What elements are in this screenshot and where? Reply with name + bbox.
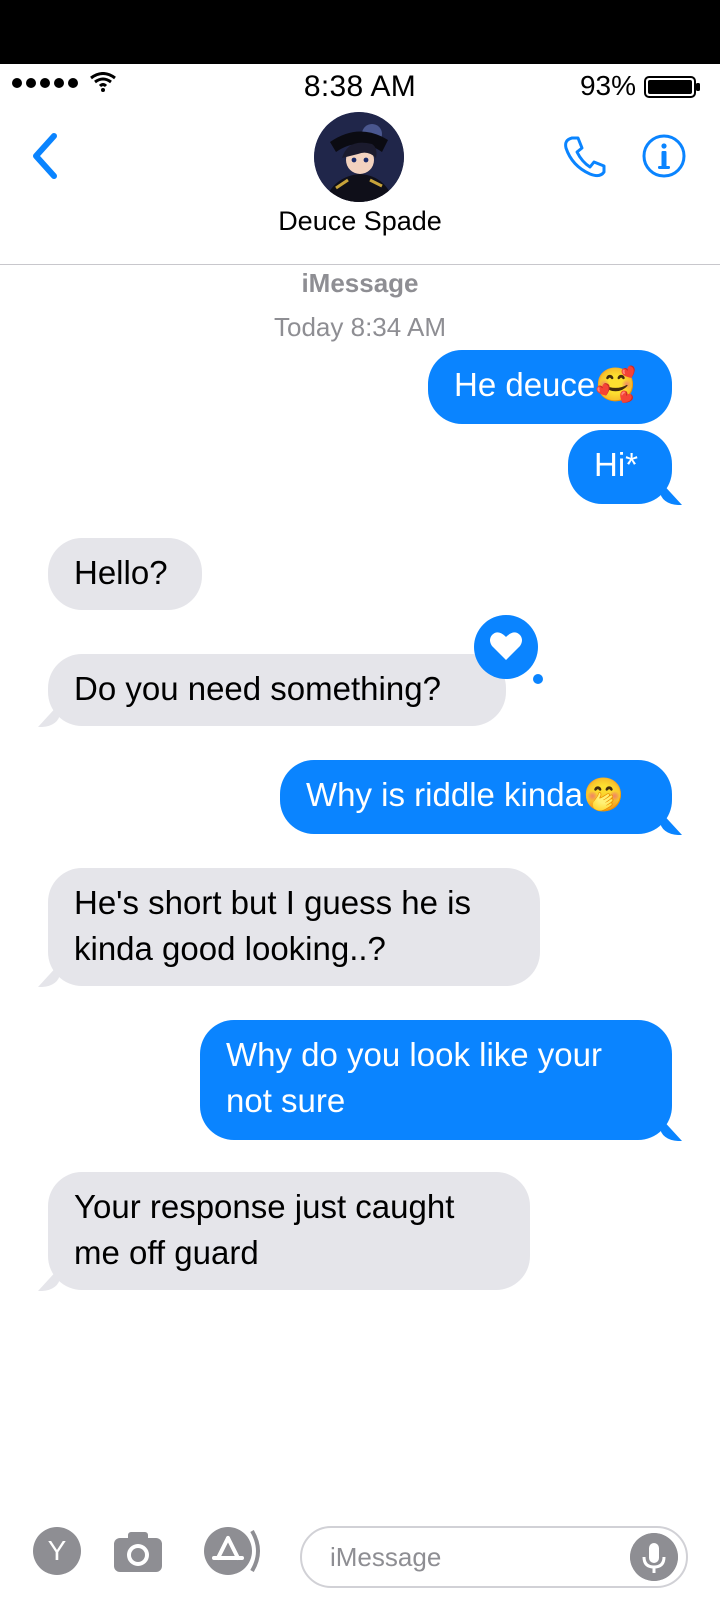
app-store-icon[interactable] xyxy=(198,1526,262,1576)
status-bar: 8:38 AM 93% xyxy=(0,64,720,112)
apps-y-letter: Y xyxy=(48,1535,67,1566)
back-chevron-icon[interactable] xyxy=(28,128,64,184)
message-bubble-incoming[interactable]: Do you need something? xyxy=(48,654,506,726)
battery-percentage: 93% xyxy=(579,70,636,101)
apps-y-icon[interactable]: Y xyxy=(32,1526,82,1576)
mic-icon[interactable] xyxy=(630,1533,678,1581)
composer-bar: Y iMessage xyxy=(0,1512,720,1600)
message-text: Why do you look like your not sure xyxy=(226,1036,603,1119)
message-bubble-outgoing[interactable]: He deuce🥰 xyxy=(428,350,672,424)
message-text: Hi* xyxy=(594,446,639,483)
message-text: He deuce🥰 xyxy=(454,366,637,403)
battery-icon xyxy=(644,76,700,98)
thread-timestamp: Today 8:34 AM xyxy=(274,312,446,342)
contact-avatar[interactable] xyxy=(314,112,404,202)
message-bubble-incoming[interactable]: He's short but I guess he is kinda good … xyxy=(48,868,540,986)
message-input[interactable]: iMessage xyxy=(300,1526,688,1588)
message-text: Hello? xyxy=(74,554,168,591)
camera-icon[interactable] xyxy=(110,1526,166,1576)
phone-icon[interactable] xyxy=(560,132,608,180)
message-text: He's short but I guess he is kinda good … xyxy=(74,884,471,967)
message-bubble-outgoing[interactable]: Hi* xyxy=(568,430,672,504)
info-icon[interactable] xyxy=(640,132,688,180)
contact-name[interactable]: Deuce Spade xyxy=(0,206,720,237)
message-text: Your response just caught me off guard xyxy=(74,1188,455,1271)
conversation-header: Deuce Spade xyxy=(0,112,720,265)
message-input-placeholder: iMessage xyxy=(330,1541,442,1572)
avatar-image xyxy=(314,112,404,202)
heart-reaction-icon[interactable] xyxy=(474,615,544,685)
top-black-bar xyxy=(0,0,720,64)
message-bubble-incoming[interactable]: Your response just caught me off guard xyxy=(48,1172,530,1290)
service-label: iMessage xyxy=(301,268,419,298)
message-text: Do you need something? xyxy=(74,670,441,707)
message-bubble-incoming[interactable]: Hello? xyxy=(48,538,202,610)
message-bubble-outgoing[interactable]: Why is riddle kinda🤭 xyxy=(280,760,672,834)
message-text: Why is riddle kinda🤭 xyxy=(306,776,625,813)
message-bubble-outgoing[interactable]: Why do you look like your not sure xyxy=(200,1020,672,1140)
